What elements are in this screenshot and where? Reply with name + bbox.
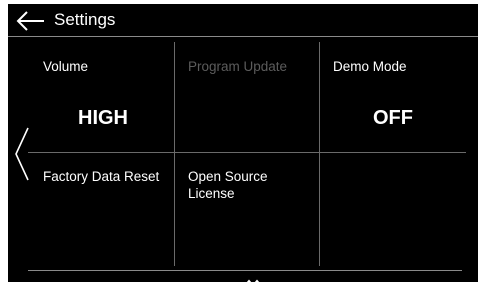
demo-mode-setting[interactable]: Demo Mode OFF	[333, 58, 468, 148]
chevron-left-icon	[15, 127, 29, 181]
grid-divider-horizontal	[28, 152, 466, 153]
page-indicator-icon	[246, 279, 260, 282]
volume-value: HIGH	[78, 107, 128, 129]
volume-setting[interactable]: Volume HIGH	[43, 58, 168, 148]
header-divider	[8, 36, 478, 37]
program-update-setting: Program Update	[188, 58, 313, 148]
page-title: Settings	[54, 10, 116, 29]
back-button[interactable]	[16, 10, 46, 32]
header-bar: Settings	[8, 4, 478, 36]
open-source-license-setting[interactable]: Open Source License	[188, 168, 313, 258]
prev-page-button[interactable]	[10, 126, 32, 182]
page-indicator	[238, 274, 268, 282]
factory-data-reset-label: Factory Data Reset	[43, 169, 160, 184]
demo-mode-value: OFF	[373, 107, 413, 129]
factory-data-reset-setting[interactable]: Factory Data Reset	[43, 168, 168, 258]
grid-divider-vertical-2	[319, 42, 320, 266]
volume-label: Volume	[43, 59, 89, 74]
program-update-label: Program Update	[188, 59, 288, 74]
back-arrow-icon	[16, 11, 44, 31]
open-source-license-label: Open Source License	[188, 169, 268, 201]
settings-screen: Settings Volume HIGH Program Update Demo…	[8, 4, 478, 282]
grid-divider-vertical-1	[174, 42, 175, 266]
footer-divider	[28, 270, 462, 271]
demo-mode-label: Demo Mode	[333, 59, 407, 74]
